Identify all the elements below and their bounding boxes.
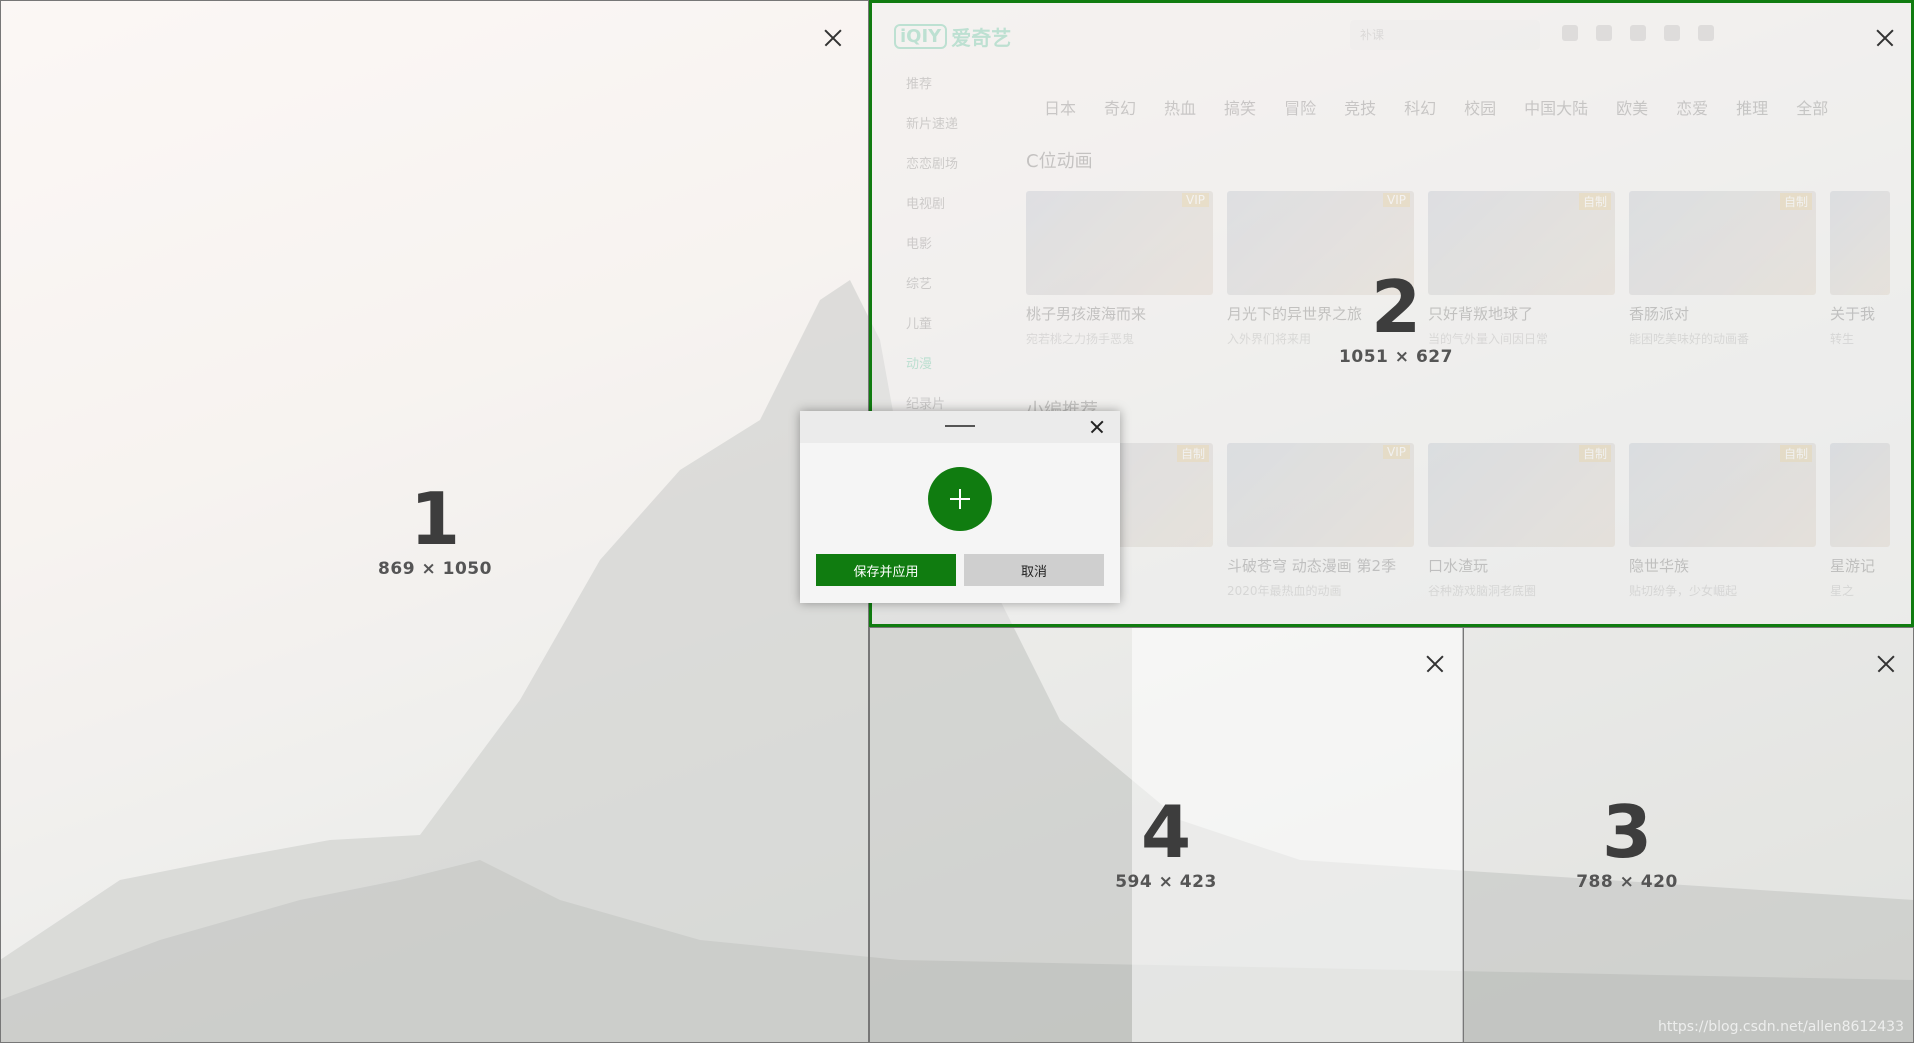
video-thumbnail: VIP (1227, 443, 1414, 547)
card-badge: 自制 (1578, 445, 1611, 462)
section2-cards: 自制 之后 成绩 VIP 斗破苍穹 动态漫画 第2季 2020年最热血的动画 自… (1026, 443, 1890, 599)
video-thumbnail: 自制 (1629, 443, 1816, 547)
zone-1-label: 1 869 × 1050 (335, 483, 535, 579)
category-item: 全部 (1796, 99, 1829, 118)
video-thumbnail: 自制 (1629, 191, 1816, 295)
sidebar-item: 恋恋剧场 (906, 157, 959, 172)
category-item: 恋爱 (1676, 99, 1709, 118)
card-badge: 自制 (1779, 445, 1812, 462)
video-card: 关于我 转生 (1830, 191, 1890, 347)
apps-icon (1698, 25, 1714, 41)
card-subtitle: 2020年最热血的动画 (1227, 584, 1342, 598)
video-card: 自制 香肠派对 能困吃美味好的动画番 (1629, 191, 1816, 347)
category-item: 日本 (1044, 99, 1077, 118)
zone-4-close-icon[interactable] (1426, 655, 1444, 673)
zone-dimensions: 1051 × 627 (1339, 347, 1453, 367)
card-subtitle: 贴切纷争，少女崛起 (1629, 584, 1738, 598)
card-title: 桃子男孩渡海而来 (1026, 305, 1147, 323)
layout-editor-dialog: 保存并应用 取消 (800, 411, 1120, 603)
video-card: 自制 隐世华族 贴切纷争，少女崛起 (1629, 443, 1816, 599)
card-subtitle: 宛若桃之力扬手恶鬼 (1026, 332, 1135, 346)
card-subtitle: 星之 (1830, 584, 1855, 598)
save-and-apply-button[interactable]: 保存并应用 (816, 554, 956, 586)
card-subtitle: 转生 (1830, 332, 1855, 346)
category-item: 校园 (1464, 99, 1497, 118)
zone-number: 1 (409, 477, 461, 561)
card-badge: VIP (1383, 193, 1410, 207)
category-item: 竞技 (1344, 99, 1377, 118)
drag-handle-icon[interactable] (945, 425, 975, 427)
zone-1[interactable]: 1 869 × 1050 (0, 0, 869, 1043)
cancel-button[interactable]: 取消 (964, 554, 1104, 586)
sidebar-item: 推荐 (906, 77, 933, 92)
video-card: VIP 斗破苍穹 动态漫画 第2季 2020年最热血的动画 (1227, 443, 1414, 599)
zone-2-close-icon[interactable] (1876, 29, 1894, 47)
zone-dimensions: 594 × 423 (1115, 872, 1217, 892)
video-thumbnail (1830, 191, 1890, 295)
zone-4[interactable]: 4 594 × 423 (869, 627, 1464, 1043)
dialog-titlebar[interactable] (800, 411, 1120, 443)
video-thumbnail: 自制 (1428, 443, 1615, 547)
zone-4-label: 4 594 × 423 (1066, 796, 1266, 892)
sidebar-item: 动漫 (906, 357, 933, 372)
card-subtitle: 谷种游戏脑洞老底圈 (1428, 584, 1537, 598)
app-sidebar: 推荐 新片速递 恋恋剧场 电视剧 电影 综艺 儿童 动漫 纪录片 (906, 73, 958, 433)
category-item: 科幻 (1404, 99, 1437, 118)
download-icon (1630, 25, 1646, 41)
record-icon (1596, 25, 1612, 41)
card-badge: 自制 (1779, 193, 1812, 210)
zone-2-label: 2 1051 × 627 (1296, 271, 1496, 367)
game-icon (1664, 25, 1680, 41)
video-card: 星游记 星之 (1830, 443, 1890, 599)
video-thumbnail (1830, 443, 1890, 547)
add-zone-button[interactable] (928, 467, 992, 531)
zone-number: 4 (1140, 790, 1192, 874)
zone-number: 3 (1601, 790, 1653, 874)
category-item: 奇幻 (1104, 99, 1137, 118)
category-item: 欧美 (1616, 99, 1649, 118)
card-title: 隐世华族 (1629, 557, 1690, 575)
sidebar-item: 综艺 (906, 277, 933, 292)
video-card: VIP 桃子男孩渡海而来 宛若桃之力扬手恶鬼 (1026, 191, 1213, 347)
sidebar-item: 儿童 (906, 317, 933, 332)
sidebar-item: 电影 (906, 237, 933, 252)
sidebar-item: 新片速递 (906, 117, 959, 132)
card-title: 口水渣玩 (1428, 557, 1489, 575)
card-title: 斗破苍穹 动态漫画 第2季 (1227, 557, 1397, 575)
category-item: 搞笑 (1224, 99, 1257, 118)
zone-dimensions: 869 × 1050 (378, 559, 492, 579)
card-badge: 自制 (1176, 445, 1209, 462)
avatar-icon (1562, 25, 1578, 41)
zone-3-close-icon[interactable] (1877, 655, 1895, 673)
zone-number: 2 (1370, 265, 1422, 349)
app-top-icons (1562, 25, 1714, 41)
section-title: C位动画 (1026, 151, 1093, 172)
card-title: 香肠派对 (1629, 305, 1690, 323)
category-item: 中国大陆 (1524, 99, 1589, 118)
app-category-bar: 日本 奇幻 热血 搞笑 冒险 竞技 科幻 校园 中国大陆 欧美 恋爱 推理 全部 (1044, 95, 1828, 119)
category-item: 热血 (1164, 99, 1197, 118)
card-badge: VIP (1383, 445, 1410, 459)
card-subtitle: 能困吃美味好的动画番 (1629, 332, 1750, 346)
zone-3-label: 3 788 × 420 (1527, 796, 1727, 892)
watermark-text: https://blog.csdn.net/allen8612433 (1658, 1019, 1904, 1035)
app-logo: iQIY 爱奇艺 (894, 21, 1011, 51)
video-thumbnail: VIP (1026, 191, 1213, 295)
category-item: 冒险 (1284, 99, 1317, 118)
category-item: 推理 (1736, 99, 1769, 118)
card-badge: 自制 (1578, 193, 1611, 210)
zone-dimensions: 788 × 420 (1576, 872, 1678, 892)
sidebar-item: 电视剧 (906, 197, 946, 212)
zone-3[interactable]: 3 788 × 420 (1463, 627, 1914, 1043)
card-badge: VIP (1182, 193, 1209, 207)
zone-1-close-icon[interactable] (824, 29, 842, 47)
card-title: 星游记 (1830, 557, 1876, 575)
dialog-close-icon[interactable] (1091, 421, 1103, 433)
video-card: 自制 口水渣玩 谷种游戏脑洞老底圈 (1428, 443, 1615, 599)
card-title: 关于我 (1830, 305, 1876, 323)
app-logo-icon: iQIY (894, 23, 948, 49)
app-search-input: 补课 (1350, 20, 1540, 50)
app-logo-text: 爱奇艺 (951, 25, 1012, 50)
